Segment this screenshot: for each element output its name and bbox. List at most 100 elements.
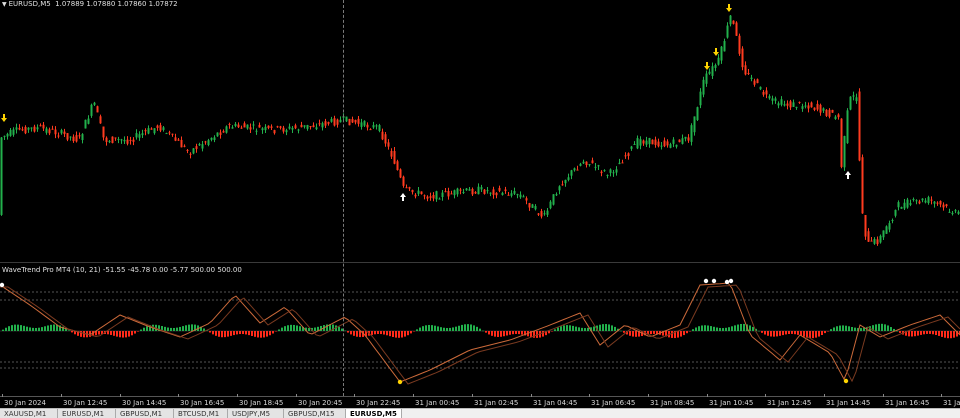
candle-body — [618, 162, 621, 165]
candle-body — [540, 211, 543, 217]
chart-tab[interactable]: BTCUSD,M1 — [174, 409, 228, 418]
histogram-bar — [344, 330, 346, 332]
histogram-bar — [581, 327, 583, 331]
candle-body — [603, 170, 606, 172]
histogram-bar — [923, 331, 925, 335]
histogram-bar — [764, 331, 766, 335]
candle-body — [774, 98, 777, 101]
candle-body — [384, 134, 387, 144]
candle-body — [948, 211, 951, 213]
chart-tab[interactable]: EURUSD,M1 — [58, 409, 116, 418]
histogram-bar — [419, 327, 421, 331]
histogram-bar — [599, 324, 601, 331]
candle-body — [576, 169, 579, 171]
histogram-bar — [107, 331, 109, 335]
candle-body — [375, 125, 378, 127]
histogram-bar — [47, 325, 49, 331]
candle-body — [192, 148, 195, 154]
histogram-bar — [482, 330, 484, 332]
histogram-bar — [449, 327, 451, 331]
candle-body — [639, 139, 642, 146]
candle-body — [684, 136, 687, 139]
candle-body — [171, 133, 174, 135]
candle-body — [900, 207, 903, 209]
histogram-bar — [491, 331, 493, 336]
chart-tab[interactable]: GBPUSD,M1 — [116, 409, 174, 418]
histogram-bar — [827, 331, 829, 332]
candle-body — [765, 90, 768, 95]
histogram-bar — [239, 331, 241, 335]
histogram-bar — [467, 324, 469, 331]
candle-body — [93, 102, 96, 105]
wavetrend-indicator-panel[interactable] — [0, 265, 960, 396]
candle-body — [474, 192, 477, 194]
candle-body — [267, 125, 270, 128]
chart-tab[interactable]: GBPUSD,M15 — [284, 409, 346, 418]
histogram-bar — [917, 331, 919, 336]
candle-body — [216, 132, 219, 137]
histogram-bar — [920, 331, 922, 335]
histogram-bar — [953, 331, 955, 338]
candle-body — [615, 169, 618, 173]
candle-body — [720, 46, 723, 61]
candle-body — [345, 116, 348, 122]
candle-body — [228, 124, 231, 126]
histogram-bar — [704, 325, 706, 331]
candle-body — [9, 130, 12, 136]
histogram-bar — [899, 331, 901, 333]
candle-body — [180, 139, 183, 148]
histogram-bar — [602, 324, 604, 331]
candle-body — [150, 128, 153, 130]
histogram-bar — [671, 331, 673, 338]
histogram-bar — [500, 331, 502, 337]
candle-body — [744, 65, 747, 75]
candle-body — [936, 202, 939, 204]
candle-body — [528, 203, 531, 208]
candle-body — [954, 210, 957, 212]
time-tick — [2, 394, 3, 397]
symbol-quote-line: EURUSD,M5 1.07889 1.07880 1.07860 1.0787… — [8, 0, 178, 8]
candle-body — [735, 22, 738, 36]
candle-body — [225, 126, 228, 133]
histogram-bar — [353, 331, 355, 336]
time-tick-label: 31 Jan 16:45 — [885, 399, 930, 407]
signal-dot — [724, 279, 730, 285]
histogram-bar — [236, 331, 238, 335]
histogram-bar — [299, 326, 301, 331]
dropdown-triangle-icon[interactable]: ▼ — [2, 1, 7, 8]
histogram-bar — [542, 331, 544, 337]
histogram-bar — [761, 331, 763, 333]
chart-tab[interactable]: EURUSD,M5 — [346, 409, 402, 418]
histogram-bar — [860, 328, 862, 331]
candle-body — [732, 20, 735, 24]
histogram-bar — [818, 331, 820, 337]
candle-body — [942, 204, 945, 208]
candle-body — [711, 66, 714, 76]
histogram-bar — [767, 331, 769, 336]
histogram-bar — [815, 331, 817, 338]
histogram-bar — [20, 325, 22, 331]
histogram-bar — [782, 331, 784, 336]
candle-body — [555, 194, 558, 196]
candle-body — [849, 96, 852, 110]
sell-arrow-icon — [1, 114, 7, 122]
candle-body — [123, 139, 126, 142]
chart-tab[interactable]: USDJPY,M5 — [228, 409, 284, 418]
histogram-bar — [110, 331, 112, 335]
candle-body — [444, 191, 447, 193]
chart-tab[interactable]: XAUUSD,M1 — [0, 409, 58, 418]
histogram-bar — [230, 331, 232, 336]
histogram-bar — [650, 331, 652, 335]
candle-body — [870, 240, 873, 242]
candle-body — [315, 127, 318, 130]
candle-body — [141, 133, 144, 136]
price-chart[interactable] — [0, 0, 960, 262]
candle-body — [642, 140, 645, 144]
histogram-bar — [5, 327, 7, 331]
histogram-bar — [851, 326, 853, 331]
candle-body — [507, 194, 510, 196]
candle-body — [111, 136, 114, 144]
candle-body — [837, 114, 840, 118]
histogram-bar — [185, 325, 187, 331]
histogram-bar — [356, 331, 358, 337]
